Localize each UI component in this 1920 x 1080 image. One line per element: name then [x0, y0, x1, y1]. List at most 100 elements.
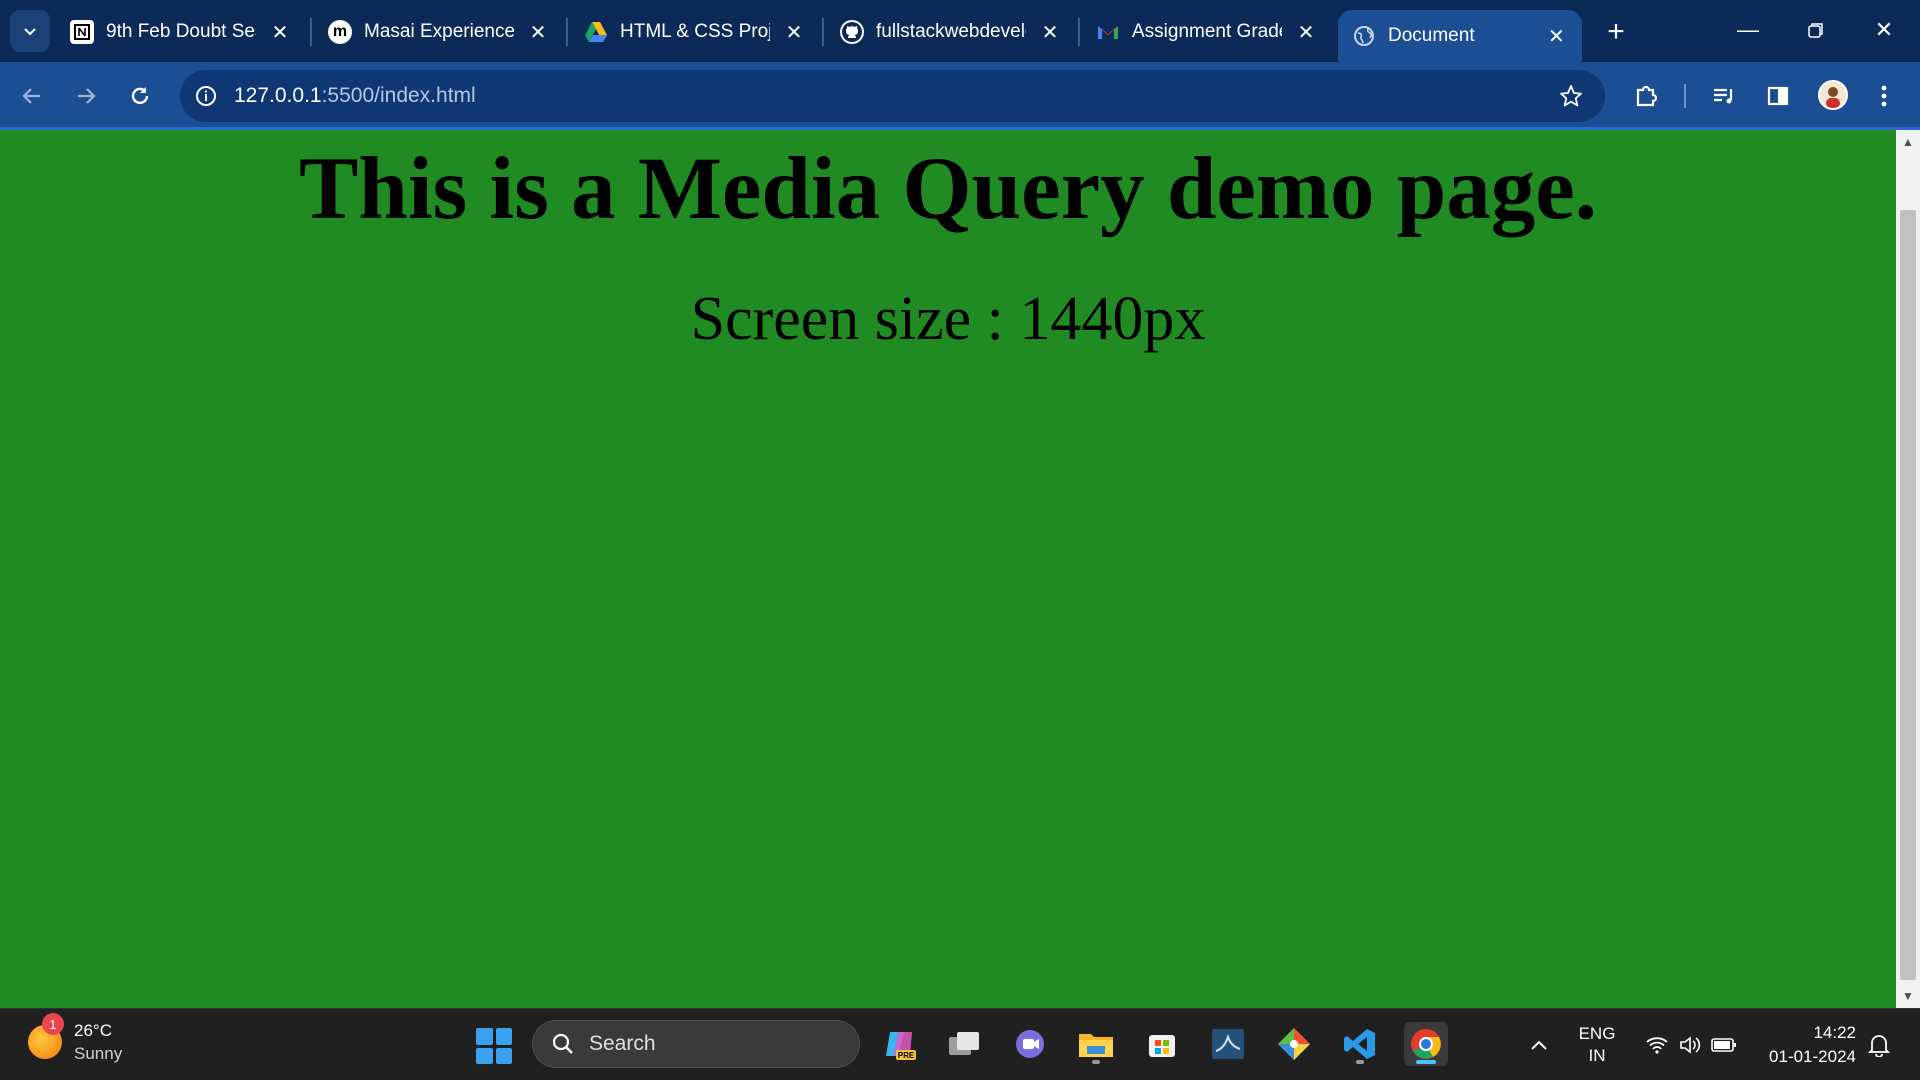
tab-label: 9th Feb Doubt Session [106, 21, 256, 42]
chrome-icon [1411, 1029, 1441, 1059]
scroll-up-arrow-icon[interactable]: ▲ [1896, 130, 1920, 154]
windows-logo-pane [476, 1047, 493, 1064]
screen-size-text: Screen size : 1440px [690, 285, 1206, 353]
close-icon: ✕ [1874, 17, 1894, 42]
minimize-button[interactable]: — [1728, 12, 1768, 48]
menu-button[interactable] [1864, 76, 1904, 116]
windows-logo-pane [495, 1047, 512, 1064]
weather-widget[interactable]: 1 26°C Sunny [28, 1013, 123, 1065]
address-bar[interactable]: 127.0.0.1:5500/index.html [180, 70, 1605, 122]
task-view-app[interactable] [942, 1022, 986, 1066]
volume-icon [1680, 1036, 1701, 1054]
quick-settings-button[interactable] [1636, 1009, 1746, 1080]
teams-chat-icon [1016, 1030, 1044, 1058]
url-host: 127.0.0.1 [234, 84, 322, 107]
tab-5[interactable]: Document ✕ [1338, 10, 1582, 62]
tab-search-button[interactable] [10, 10, 50, 52]
tab-1[interactable]: m Masai Experience ✕ [314, 10, 564, 54]
close-icon[interactable]: ✕ [782, 20, 806, 44]
restore-button[interactable] [1796, 12, 1836, 48]
notion-icon [70, 20, 94, 44]
browser-toolbar: 127.0.0.1:5500/index.html [0, 62, 1920, 130]
language-indicator[interactable]: ENG IN [1572, 1009, 1622, 1080]
start-button[interactable] [476, 1028, 512, 1064]
back-button[interactable] [12, 76, 52, 116]
gmail-icon [1096, 20, 1120, 44]
close-icon[interactable]: ✕ [526, 20, 550, 44]
puzzle-icon [1636, 85, 1658, 107]
taskbar-search[interactable]: Search [532, 1020, 860, 1068]
file-explorer-app[interactable] [1074, 1022, 1118, 1066]
tab-0[interactable]: 9th Feb Doubt Session ✕ [56, 10, 306, 54]
restore-icon [1808, 23, 1823, 38]
chevron-up-icon [1531, 1040, 1547, 1050]
tab-divider [822, 18, 824, 46]
side-panel-icon [1767, 86, 1789, 106]
language-region: IN [1588, 1046, 1606, 1065]
copilot-app[interactable]: PRE [878, 1022, 922, 1066]
close-icon[interactable]: ✕ [1294, 20, 1318, 44]
tab-label: fullstackwebdeveloper [876, 21, 1026, 42]
vertical-scrollbar[interactable]: ▲ ▼ [1896, 130, 1920, 1008]
tab-label: HTML & CSS Project [620, 21, 770, 42]
mysql-workbench-app[interactable] [1206, 1022, 1250, 1066]
close-icon[interactable]: ✕ [268, 20, 292, 44]
scroll-down-arrow-icon[interactable]: ▼ [1896, 984, 1920, 1008]
folder-icon [1079, 1034, 1113, 1057]
tab-divider [310, 18, 312, 46]
profile-avatar[interactable] [1818, 80, 1848, 110]
tab-2[interactable]: HTML & CSS Project ✕ [570, 10, 820, 54]
side-panel-button[interactable] [1758, 76, 1798, 116]
vscode-app[interactable] [1338, 1022, 1382, 1066]
scroll-thumb[interactable] [1900, 210, 1916, 980]
tab-label: Masai Experience [364, 21, 514, 42]
running-indicator [1092, 1060, 1100, 1064]
close-icon[interactable]: ✕ [1545, 24, 1568, 48]
bookmark-star-icon[interactable] [1557, 82, 1585, 110]
wifi-icon [1646, 1037, 1668, 1054]
reload-button[interactable] [120, 76, 160, 116]
forward-button[interactable] [66, 76, 106, 116]
tab-divider [1078, 18, 1080, 46]
tab-strip: 9th Feb Doubt Session ✕ m Masai Experien… [0, 0, 1920, 62]
extensions-button[interactable] [1626, 76, 1666, 116]
git-app[interactable] [1272, 1022, 1316, 1066]
weather-temp: 26°C [74, 1021, 112, 1040]
globe-icon [1352, 24, 1376, 48]
language-code: ENG [1578, 1024, 1616, 1043]
battery-icon [1711, 1038, 1736, 1052]
sun-icon: 1 [28, 1013, 64, 1059]
chevron-down-icon [24, 28, 36, 36]
windows-logo-pane [495, 1028, 512, 1045]
show-hidden-icons-button[interactable] [1524, 1009, 1554, 1080]
tab-3[interactable]: fullstackwebdeveloper ✕ [826, 10, 1076, 54]
store-icon [1149, 1035, 1175, 1057]
close-window-button[interactable]: ✕ [1864, 12, 1904, 48]
clock[interactable]: 14:22 01-01-2024 [1756, 1021, 1856, 1069]
clock-date: 01-01-2024 [1769, 1047, 1856, 1066]
weather-desc: Sunny [74, 1044, 123, 1063]
copilot-icon: PRE [886, 1032, 916, 1060]
url-text[interactable]: 127.0.0.1:5500/index.html [234, 84, 476, 108]
microsoft-store-app[interactable] [1140, 1022, 1184, 1066]
svg-text:PRE: PRE [898, 1051, 915, 1060]
tab-4[interactable]: Assignment Grader ✕ [1082, 10, 1332, 54]
minimize-icon: — [1737, 17, 1759, 42]
media-control-button[interactable] [1704, 76, 1744, 116]
tab-label: Assignment Grader [1132, 21, 1282, 42]
page-heading: This is a Media Query demo page. [299, 140, 1597, 238]
search-label: Search [589, 1032, 656, 1055]
vscode-icon [1344, 1029, 1375, 1059]
notification-badge: 1 [42, 1013, 64, 1035]
notifications-button[interactable] [1864, 1009, 1894, 1080]
teams-app[interactable] [1008, 1022, 1052, 1066]
site-info-icon[interactable] [180, 70, 232, 122]
close-icon[interactable]: ✕ [1038, 20, 1062, 44]
github-icon [840, 20, 864, 44]
new-tab-button[interactable]: + [1598, 14, 1634, 50]
windows-logo-pane [476, 1028, 493, 1045]
task-view-icon [949, 1032, 979, 1055]
chrome-app[interactable] [1404, 1022, 1448, 1066]
running-indicator [1356, 1060, 1364, 1064]
queue-music-icon [1714, 88, 1733, 104]
